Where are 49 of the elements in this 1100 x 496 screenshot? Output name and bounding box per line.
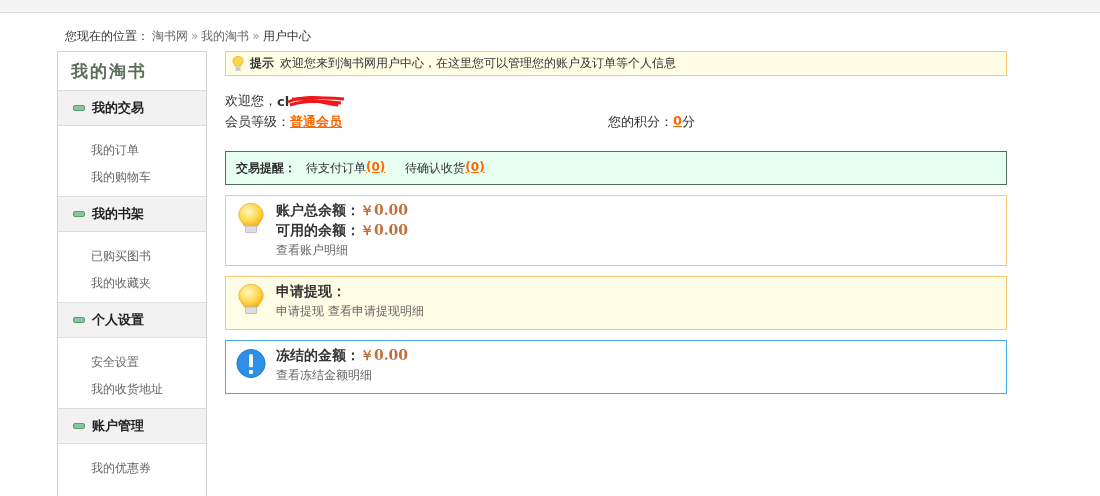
sidebar-group-header[interactable]: 我的交易 [58, 90, 206, 126]
sidebar-group-header[interactable]: 个人设置 [58, 302, 206, 338]
sidebar-link[interactable]: 我的收藏夹 [91, 275, 206, 292]
notice-text: 欢迎您来到淘书网用户中心，在这里您可以管理您的账户及订单等个人信息 [280, 55, 676, 72]
trade-alert-item: 待确认收货 [405, 159, 466, 177]
sidebar-link[interactable]: 我的收货地址 [91, 381, 206, 398]
member-level-label: 会员等级： [225, 113, 290, 131]
trade-alert-label: 交易提醒： [236, 159, 296, 177]
exclamation-icon [236, 347, 266, 380]
balance-amount: ￥0.00 [360, 222, 409, 240]
breadcrumb-label: 您现在的位置： [65, 27, 149, 45]
breadcrumb-link[interactable]: 淘书网 [152, 27, 188, 45]
points-label: 您的积分： [608, 113, 673, 131]
notice-label: 提示 [250, 55, 274, 72]
balance-label: 账户总余额： [276, 202, 360, 220]
lightbulb-icon [232, 55, 244, 72]
lightbulb-icon [236, 202, 266, 235]
breadcrumb-current: 用户中心 [262, 27, 311, 45]
balance-amount: ￥0.00 [360, 202, 409, 220]
trade-alert-item: 待支付订单 [306, 159, 366, 177]
sidebar-link[interactable]: 我的订单 [91, 142, 206, 159]
detail-link[interactable]: 查看账户明细 [276, 242, 348, 259]
welcome-label: 欢迎您， [225, 92, 277, 110]
balance-amount: ￥0.00 [360, 347, 409, 365]
redaction-scribble [286, 94, 347, 108]
points-value: 0 [673, 113, 683, 130]
breadcrumb-link[interactable]: 我的淘书 [201, 27, 250, 45]
detail-link[interactable]: 查看申请提现明细 [328, 303, 424, 320]
breadcrumb-separator: » [252, 29, 260, 43]
detail-link[interactable]: 查看冻结金额明细 [276, 367, 372, 384]
points-unit: 分 [682, 113, 696, 131]
sidebar-group-header[interactable]: 我的书架 [58, 196, 206, 232]
detail-link[interactable]: 申请提现 [276, 303, 324, 320]
breadcrumb-separator: » [191, 29, 199, 43]
sidebar-link[interactable]: 我的优惠券 [91, 460, 206, 477]
username: cl [277, 93, 290, 109]
sidebar-link[interactable]: 安全设置 [91, 354, 206, 371]
balance-label: 冻结的金额： [276, 347, 360, 365]
collapse-icon [73, 211, 85, 217]
balance-label: 可用的余额： [276, 222, 360, 240]
sidebar-link[interactable]: 已购买图书 [91, 248, 206, 265]
lightbulb-icon [236, 283, 266, 316]
collapse-icon [73, 105, 85, 111]
sidebar-group-header[interactable]: 账户管理 [58, 408, 206, 444]
sidebar-link[interactable]: 我的购物车 [91, 169, 206, 186]
collapse-icon [73, 317, 85, 323]
collapse-icon [73, 423, 85, 429]
balance-label: 申请提现： [276, 283, 346, 301]
sidebar-title: 我的淘书 [70, 60, 148, 83]
